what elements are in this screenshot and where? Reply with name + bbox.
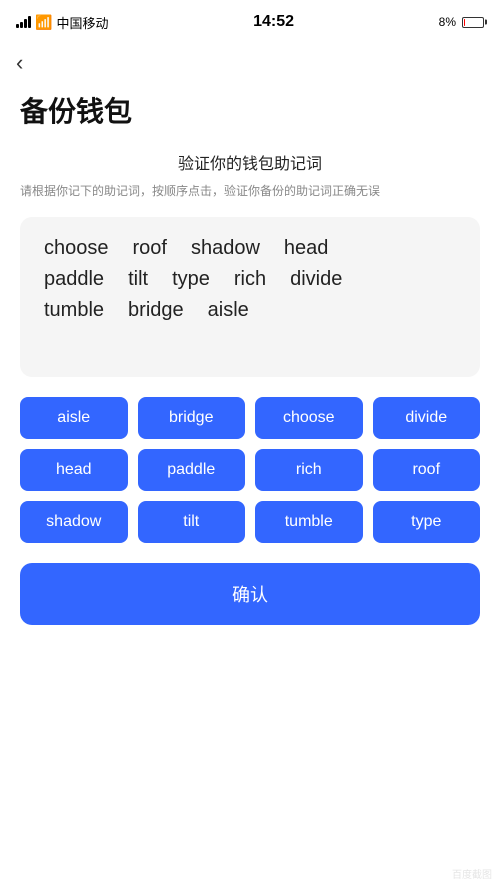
word-btn-head[interactable]: head (20, 449, 128, 491)
word-display-choose: choose (44, 237, 109, 260)
word-selection-grid: aisle bridge choose divide head paddle r… (20, 397, 480, 543)
wifi-icon: 📶 (35, 14, 52, 31)
word-display-paddle: paddle (44, 268, 104, 291)
word-display-tumble: tumble (44, 299, 104, 322)
back-arrow-icon: ‹ (16, 52, 23, 74)
word-btn-rich[interactable]: rich (255, 449, 363, 491)
battery-fill (464, 19, 465, 26)
word-display-aisle: aisle (208, 299, 249, 322)
word-display-rich: rich (234, 268, 266, 291)
status-bar: 📶 中国移动 14:52 8% (0, 0, 500, 44)
section-title: 验证你的钱包助记词 (20, 150, 480, 174)
word-btn-tilt[interactable]: tilt (138, 501, 246, 543)
word-btn-roof[interactable]: roof (373, 449, 481, 491)
battery-icon (462, 17, 484, 28)
signal-icon (16, 16, 31, 28)
confirm-button[interactable]: 确认 (20, 563, 480, 625)
battery-outer (462, 17, 484, 28)
word-btn-tumble[interactable]: tumble (255, 501, 363, 543)
word-row-2: paddle tilt type rich divide (44, 268, 456, 291)
word-display-divide: divide (290, 268, 342, 291)
watermark: 百度截图 (452, 866, 492, 881)
word-display-tilt: tilt (128, 268, 148, 291)
page-title: 备份钱包 (0, 82, 500, 150)
battery-percent: 8% (439, 15, 456, 29)
word-btn-bridge[interactable]: bridge (138, 397, 246, 439)
word-row-1: choose roof shadow head (44, 237, 456, 260)
word-btn-choose[interactable]: choose (255, 397, 363, 439)
word-display-roof: roof (133, 237, 167, 260)
section-desc: 请根据你记下的助记词，按顺序点击，验证你备份的助记词正确无误 (20, 182, 480, 201)
back-button[interactable]: ‹ (0, 44, 500, 82)
word-row-3: tumble bridge aisle (44, 299, 456, 322)
word-btn-paddle[interactable]: paddle (138, 449, 246, 491)
word-display-card: choose roof shadow head paddle tilt type… (20, 217, 480, 377)
status-right: 8% (439, 15, 484, 29)
word-display-shadow: shadow (191, 237, 260, 260)
carrier-text: 中国移动 (56, 13, 108, 32)
status-left: 📶 中国移动 (16, 13, 108, 32)
word-display-type: type (172, 268, 210, 291)
word-btn-aisle[interactable]: aisle (20, 397, 128, 439)
word-display-head: head (284, 237, 329, 260)
word-btn-shadow[interactable]: shadow (20, 501, 128, 543)
word-display-bridge: bridge (128, 299, 184, 322)
word-btn-type[interactable]: type (373, 501, 481, 543)
status-time: 14:52 (253, 13, 294, 31)
main-content: 验证你的钱包助记词 请根据你记下的助记词，按顺序点击，验证你备份的助记词正确无误… (0, 150, 500, 625)
word-btn-divide[interactable]: divide (373, 397, 481, 439)
